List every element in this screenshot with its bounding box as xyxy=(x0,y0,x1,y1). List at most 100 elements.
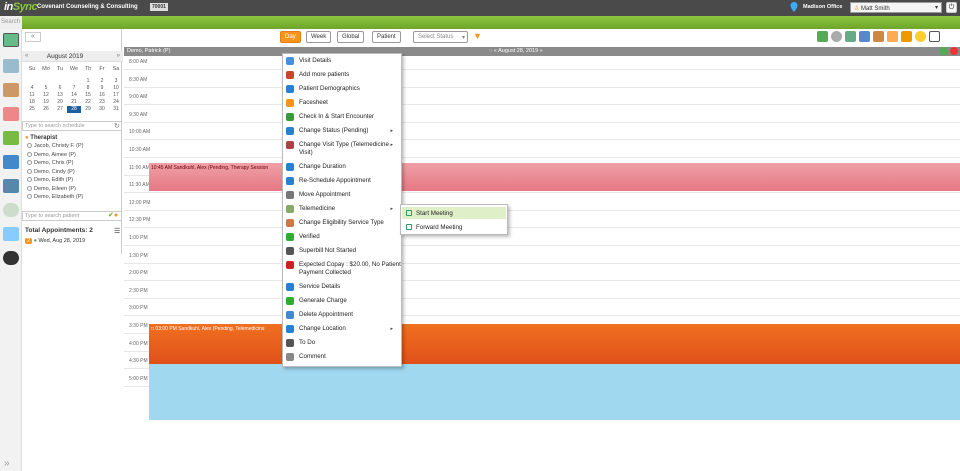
dots-nav-icon[interactable] xyxy=(3,251,19,265)
add-appointment-icon[interactable] xyxy=(817,31,828,42)
next-month-button[interactable]: » xyxy=(117,53,120,59)
time-slot[interactable]: 8:30 AM xyxy=(124,74,960,88)
prev-month-button[interactable]: « xyxy=(25,53,28,59)
time-slot[interactable]: 12:00 PM xyxy=(124,197,960,211)
status-select[interactable]: Select Status ▾ xyxy=(413,31,468,43)
checkbox-icon[interactable] xyxy=(27,194,32,200)
mu-nav-icon[interactable] xyxy=(3,203,19,217)
chart-nav-icon[interactable] xyxy=(3,107,19,121)
calendar-day[interactable]: 13 xyxy=(53,92,67,99)
checkbox-icon[interactable] xyxy=(27,160,32,166)
schedule-search-input[interactable]: Type to search schedule xyxy=(22,121,122,131)
calendar-day[interactable]: 14 xyxy=(67,92,81,99)
checkbox-icon[interactable] xyxy=(27,168,32,174)
menu-item-change-status-pending[interactable]: Change Status (Pending) ▸ xyxy=(283,127,401,135)
menu-item-check-in-start-encounter[interactable]: Check In & Start Encounter xyxy=(283,113,401,121)
calendar-day[interactable]: 22 xyxy=(81,99,95,106)
therapist-item[interactable]: Demo, Eileen (P) xyxy=(27,186,76,192)
report-icon[interactable] xyxy=(845,31,856,42)
forward-meeting-item[interactable]: Forward Meeting xyxy=(402,221,506,233)
therapist-item[interactable]: Demo, Edith (P) xyxy=(27,177,73,183)
calendar-day[interactable]: 10 xyxy=(109,85,123,92)
menu-item-visit-details[interactable]: Visit Details xyxy=(283,57,401,65)
patient-search-input[interactable]: Type to search patient xyxy=(22,211,122,221)
appointment-date-row[interactable]: 2 ● Wed, Aug 28, 2019 xyxy=(25,238,85,244)
calendar-day[interactable]: 11 xyxy=(25,92,39,99)
calendar-day[interactable]: 29 xyxy=(81,106,95,113)
calendar-day[interactable]: 27 xyxy=(53,106,67,113)
list-icon[interactable] xyxy=(929,31,940,42)
patient-view-button[interactable]: Patient xyxy=(372,31,401,43)
checkbox-icon[interactable] xyxy=(27,151,32,157)
patient-nav-icon[interactable] xyxy=(3,83,19,97)
calendar-day[interactable]: 30 xyxy=(95,106,109,113)
menu-item-verified[interactable]: Verified xyxy=(283,233,401,241)
time-slot[interactable]: 8:00 AM xyxy=(124,56,960,70)
checkmark-icon[interactable]: ✔● xyxy=(108,211,118,219)
day-view-button[interactable]: Day xyxy=(280,31,301,43)
menu-item-telemedicine[interactable]: Telemedicine ▸ xyxy=(283,205,401,213)
calendar-day[interactable]: 17 xyxy=(109,92,123,99)
office-name[interactable]: Madison Office xyxy=(803,4,842,10)
calendar-day[interactable]: 23 xyxy=(95,99,109,106)
clock-icon[interactable] xyxy=(915,31,926,42)
therapist-item[interactable]: Demo, Elizabeth (P) xyxy=(27,194,83,200)
appointment-block[interactable] xyxy=(149,364,960,420)
menu-item-superbill-not-started[interactable]: Superbill Not Started xyxy=(283,247,401,255)
menu-item-change-duration[interactable]: Change Duration xyxy=(283,163,401,171)
menu-item-change-eligibility-service-type[interactable]: Change Eligibility Service Type xyxy=(283,219,401,227)
time-slot[interactable]: 9:30 AM xyxy=(124,109,960,123)
network-nav-icon[interactable] xyxy=(3,179,19,193)
add-icon[interactable] xyxy=(940,47,948,55)
calendar-day[interactable]: 25 xyxy=(25,106,39,113)
calendar-day[interactable]: 21 xyxy=(67,99,81,106)
time-slot[interactable]: 1:00 PM xyxy=(124,232,960,246)
calendar-icon[interactable] xyxy=(887,31,898,42)
time-slot[interactable]: 12:30 PM xyxy=(124,214,960,229)
menu-item-patient-demographics[interactable]: Patient Demographics xyxy=(283,85,401,93)
calendar-day[interactable]: 9 xyxy=(95,85,109,92)
time-slot[interactable]: 2:30 PM xyxy=(124,285,960,299)
refresh-icon[interactable]: ↻ xyxy=(114,122,120,130)
time-slot[interactable]: 3:00 PM xyxy=(124,302,960,317)
appointment-block[interactable]: □ 03:00 PM Sandkuhl, Alex (Pending, Tele… xyxy=(149,324,960,364)
start-meeting-item[interactable]: Start Meeting xyxy=(402,207,506,219)
calendar-day[interactable]: 26 xyxy=(39,106,53,113)
appointment-block[interactable]: 10:45 AM Sandkuhl, Alex (Pending, Therap… xyxy=(149,163,960,191)
calendar-day[interactable]: 19 xyxy=(39,99,53,106)
group-icon[interactable] xyxy=(873,31,884,42)
calendar-day[interactable]: 3 xyxy=(109,78,123,85)
therapist-item[interactable]: Demo, Cindy (P) xyxy=(27,169,75,175)
calendar-day[interactable]: 5 xyxy=(39,85,53,92)
calendar-day[interactable]: 18 xyxy=(25,99,39,106)
calendar-day[interactable]: 2 xyxy=(95,78,109,85)
therapist-item[interactable]: Demo, Aimee (P) xyxy=(27,152,76,158)
therapist-item[interactable]: Demo, Chris (P) xyxy=(27,160,73,166)
calendar-day[interactable]: 1 xyxy=(81,78,95,85)
menu-item-service-details[interactable]: Service Details xyxy=(283,283,401,291)
billing-nav-icon[interactable] xyxy=(3,131,19,145)
time-slot[interactable]: 10:00 AM xyxy=(124,126,960,141)
calendar-day[interactable]: 24 xyxy=(109,99,123,106)
calendar-day[interactable]: 6 xyxy=(53,85,67,92)
calendar-day[interactable]: 16 xyxy=(95,92,109,99)
expand-icon[interactable]: » xyxy=(4,458,10,469)
menu-item-delete-appointment[interactable]: Delete Appointment xyxy=(283,311,401,319)
menu-item-facesheet[interactable]: Facesheet xyxy=(283,99,401,107)
check-icon[interactable] xyxy=(831,31,842,42)
calendar-day[interactable]: 15 xyxy=(81,92,95,99)
chart-icon[interactable] xyxy=(901,31,912,42)
list-icon[interactable]: ☰ xyxy=(114,227,120,235)
calendar-nav-icon[interactable] xyxy=(3,59,19,73)
checkbox-icon[interactable] xyxy=(27,177,32,183)
menu-item-change-location[interactable]: Change Location ▸ xyxy=(283,325,401,333)
people-icon[interactable] xyxy=(859,31,870,42)
filter-icon[interactable]: ▼ xyxy=(473,31,482,41)
time-slot[interactable]: 2:00 PM xyxy=(124,267,960,282)
schedule-date-nav[interactable]: ◌ « August 28, 2019 » xyxy=(489,48,543,54)
time-slot[interactable]: 1:30 PM xyxy=(124,250,960,264)
global-search-input[interactable]: Search xyxy=(0,16,22,29)
checkbox-icon[interactable] xyxy=(27,143,32,149)
menu-item-to-do[interactable]: To Do xyxy=(283,339,401,347)
close-icon[interactable] xyxy=(950,47,958,55)
